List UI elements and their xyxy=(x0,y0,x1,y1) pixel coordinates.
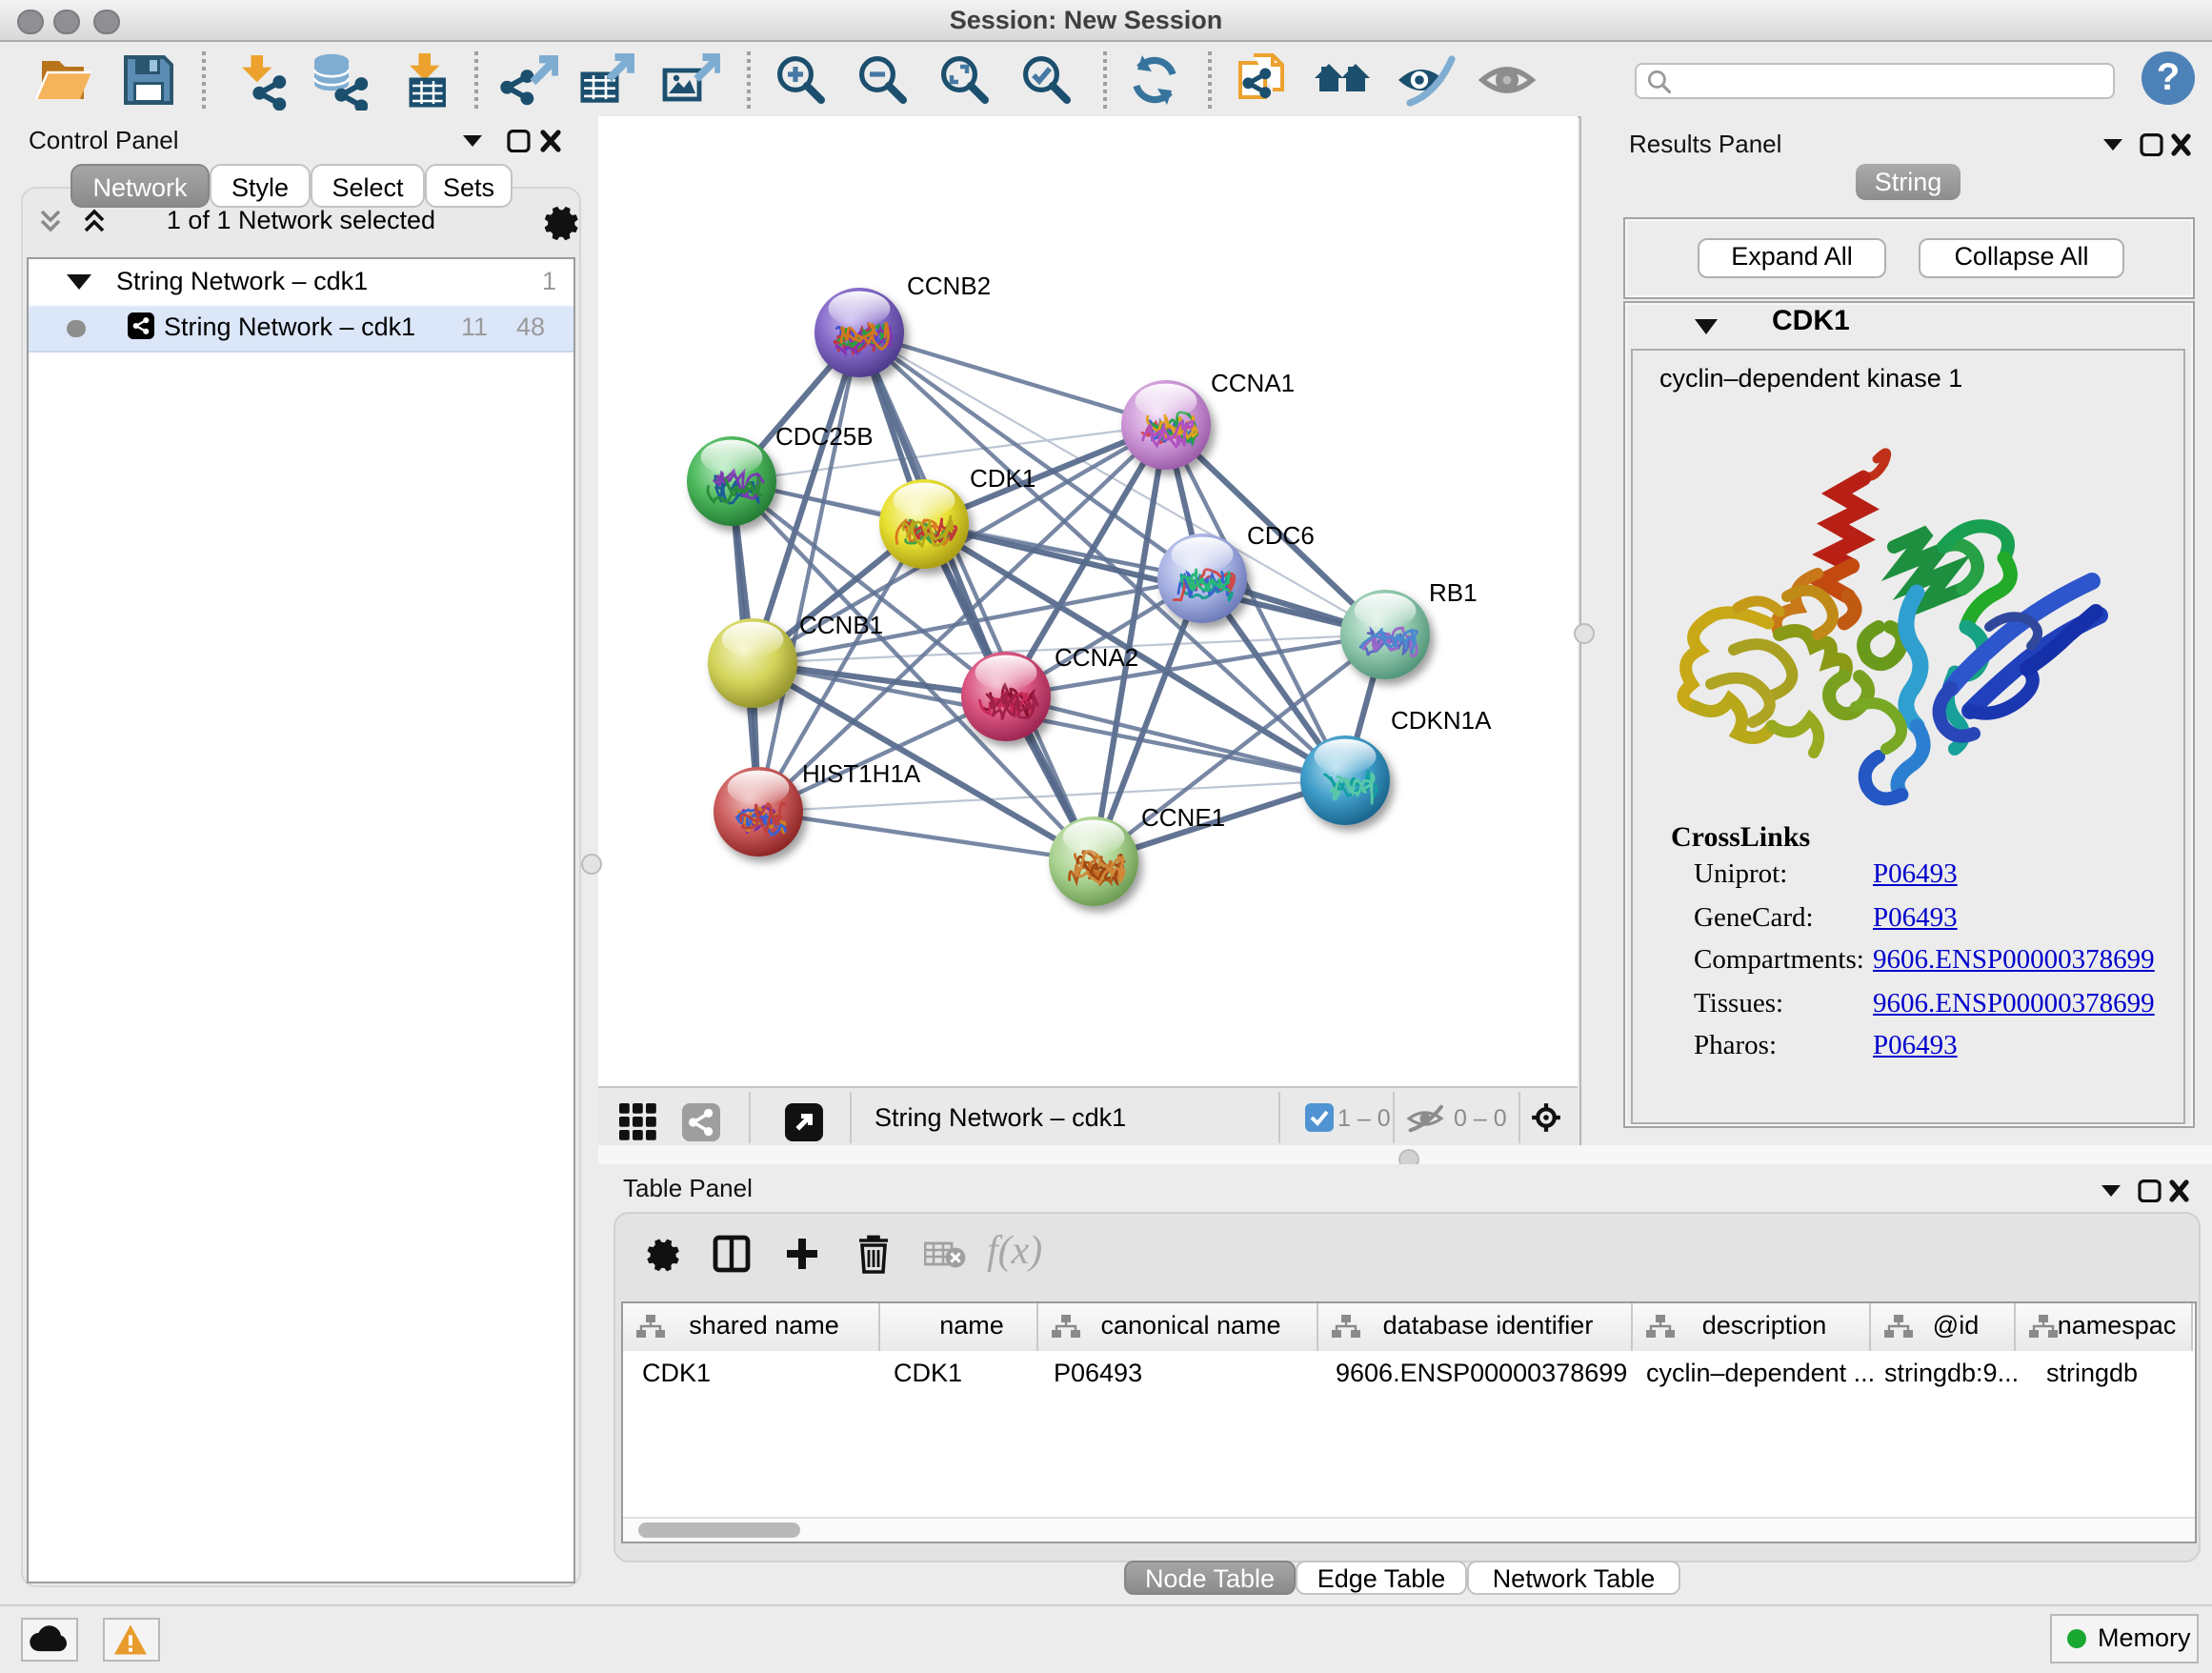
svg-text:CDK1: CDK1 xyxy=(970,464,1036,493)
svg-text:HIST1H1A: HIST1H1A xyxy=(802,759,921,788)
svg-text:CDC6: CDC6 xyxy=(1247,521,1315,550)
svg-text:CCNB2: CCNB2 xyxy=(907,272,991,300)
svg-text:CCNB1: CCNB1 xyxy=(799,611,883,639)
svg-text:CCNA2: CCNA2 xyxy=(1055,643,1138,672)
svg-text:CCNE1: CCNE1 xyxy=(1141,803,1225,832)
svg-text:CCNA1: CCNA1 xyxy=(1211,369,1295,397)
svg-text:CDC25B: CDC25B xyxy=(775,422,874,451)
svg-text:RB1: RB1 xyxy=(1429,578,1478,607)
svg-text:CDKN1A: CDKN1A xyxy=(1391,706,1492,735)
